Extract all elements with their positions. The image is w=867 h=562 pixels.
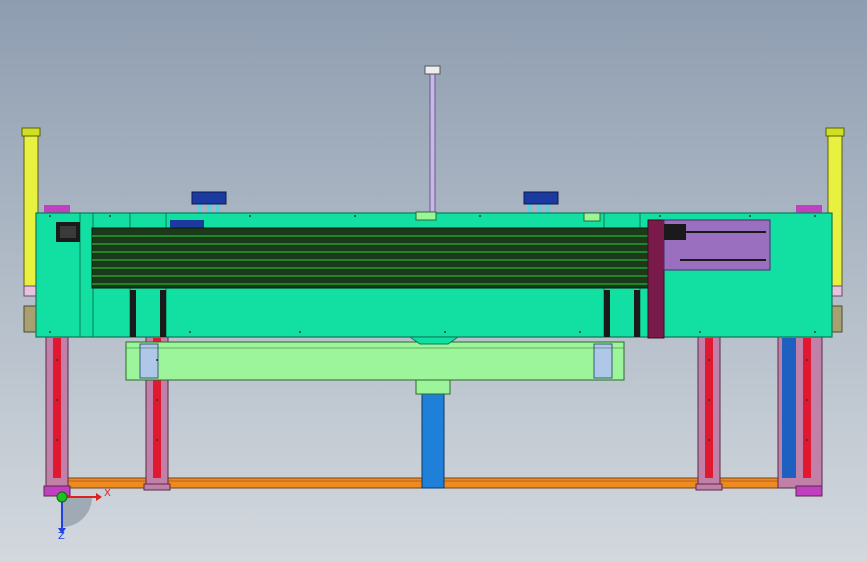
coordinate-triad xyxy=(56,491,102,534)
triad-x-arrow xyxy=(96,493,102,501)
triad-z-label: Z xyxy=(58,531,65,542)
column-right-inner xyxy=(697,329,721,489)
cad-viewport[interactable]: X Z xyxy=(0,0,867,562)
triad-y-axis xyxy=(56,491,68,503)
column-right-outer xyxy=(777,329,823,489)
conveyor-assembly-model[interactable] xyxy=(0,0,867,562)
belt-module xyxy=(56,222,649,289)
column-left-outer xyxy=(45,329,69,489)
cross-beam xyxy=(125,341,625,381)
triad-x-label: X xyxy=(104,488,111,499)
vertical-rod xyxy=(424,65,441,221)
center-post xyxy=(415,377,451,489)
